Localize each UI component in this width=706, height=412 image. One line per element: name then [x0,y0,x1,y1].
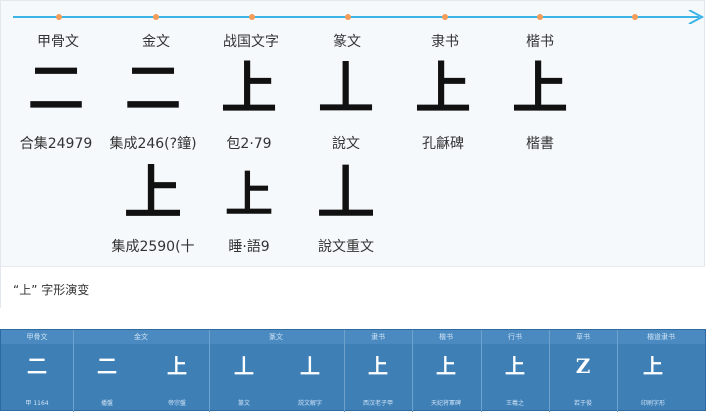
source-label: 楷書 [526,136,554,152]
table-header: 甲骨文 [26,333,48,341]
table-header-row [1,330,705,344]
glyph-clerical: 上 [415,56,471,122]
timeline-dot [249,14,255,20]
column-divider [344,330,345,412]
table-glyph: 上 [167,354,187,378]
source-label: 孔龢碑 [422,136,464,152]
timeline-dot [345,14,351,20]
source-label: 說文重文 [318,239,374,255]
source-label: 集成246(?鐘) [109,136,197,152]
table-glyph: Z [575,354,591,378]
table-header: 草书 [576,333,590,341]
table-source: 説文解字 [297,400,323,407]
table-glyph: 上 [643,354,663,378]
column-divider [549,330,550,412]
era-label-warring: 战国文字 [223,34,279,50]
table-glyph: 上 [368,354,388,378]
glyph-seal-variant: 丄 [316,159,376,227]
era-label-clerical: 隶书 [431,34,459,50]
era-label-regular: 楷书 [526,34,554,50]
column-divider [73,330,74,412]
glyph-oracle: 二 [28,56,84,122]
timeline-dot [56,14,62,20]
table-source: 帝宗盤 [167,400,187,407]
glyph-regular: 上 [512,56,568,122]
glyph-warring: 上 [221,56,277,122]
glyph-qin-bamboo: 上 [224,167,274,223]
era-label-bronze: 金文 [142,34,170,50]
timeline-dot [442,14,448,20]
table-source: 若于俊 [573,400,593,407]
era-label-oracle: 甲骨文 [37,34,79,50]
table-source: 篆文 [237,400,251,407]
timeline-dot [632,14,638,20]
caption-bar: “上” 字形演变 [1,266,705,309]
source-label: 集成2590(十 [111,239,195,255]
table-source: 西汉老子甲 [362,400,394,407]
era-label-seal: 篆文 [333,34,361,50]
timeline-dot [537,14,543,20]
table-header: 金文 [134,333,148,341]
table-header: 篆文 [269,333,283,341]
script-evolution-table: 甲骨文 金文 篆文 隶书 楷书 行书 草书 楷道隶书 二 二 上 丄 丄 上 上… [0,329,706,412]
source-label: 合集24979 [19,136,93,152]
table-glyph: 二 [97,354,117,378]
glyph-bronze: 二 [125,56,181,122]
column-divider [209,330,210,412]
table-source: 天纪将軍碑 [430,400,462,407]
source-label: 睡·語9 [228,239,270,255]
table-glyph: 上 [436,354,456,378]
table-header: 隶书 [371,333,385,341]
source-label: 說文 [332,136,360,152]
timeline-dot [153,14,159,20]
table-header: 楷道隶书 [647,333,675,341]
table-source: 印刷字形 [640,400,666,407]
table-source: 甲 1164 [25,400,49,407]
table-source: 王羲之 [505,400,525,407]
table-header: 楷书 [439,333,453,341]
column-divider [481,330,482,412]
column-divider [617,330,618,412]
timeline-arrow [13,10,705,24]
source-label: 包2·79 [226,136,272,152]
table-glyph: 二 [27,354,47,378]
glyph-evolution-card: 甲骨文 金文 战国文字 篆文 隶书 楷书 二 二 上 丄 上 上 合集24979… [0,0,705,309]
image-caption: “上” 字形演变 [13,283,90,297]
glyph-bronze-variant: 上 [123,159,183,227]
table-glyph: 上 [505,354,525,378]
table-glyph: 丄 [300,354,320,378]
table-glyph: 丄 [234,354,254,378]
glyph-seal: 丄 [318,56,374,122]
column-divider [412,330,413,412]
table-header: 行书 [508,333,522,341]
table-source: 播盤 [100,400,114,407]
